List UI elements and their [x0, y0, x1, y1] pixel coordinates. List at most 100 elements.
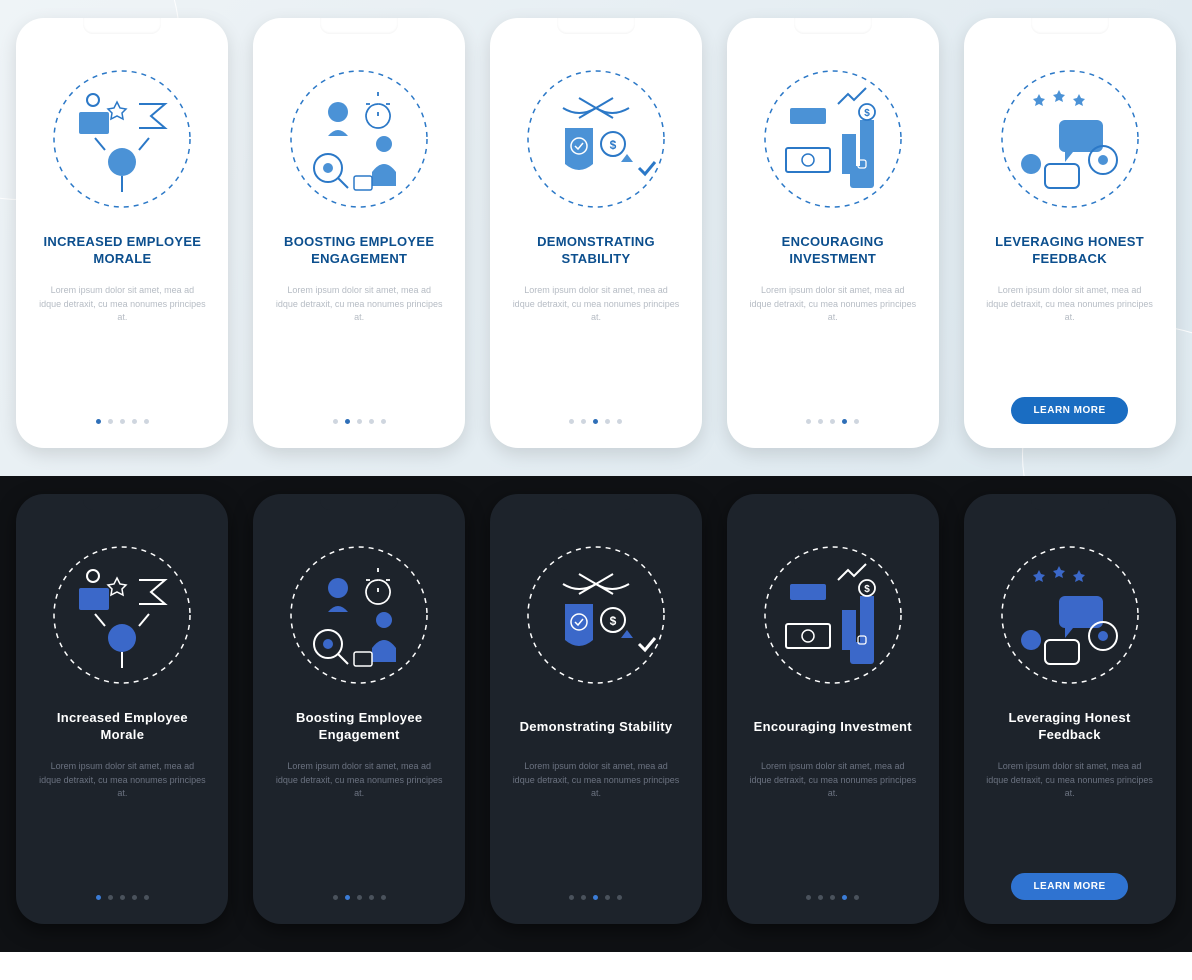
pagination-dot[interactable] [357, 419, 362, 424]
pagination-dot[interactable] [806, 419, 811, 424]
onboarding-slide[interactable]: Leveraging Honest FeedbackLorem ipsum do… [964, 494, 1176, 924]
phone-notch [557, 18, 635, 34]
pagination-dot[interactable] [108, 419, 113, 424]
slide-description: Lorem ipsum dolor sit amet, mea ad idque… [741, 284, 925, 325]
onboarding-light-row: INCREASED EMPLOYEE MORALE Lorem ipsum dol… [0, 0, 1192, 476]
phone-notch [320, 494, 398, 510]
onboarding-slide[interactable]: INCREASED EMPLOYEE MORALE Lorem ipsum dol… [16, 18, 228, 448]
slide-description: Lorem ipsum dolor sit amet, mea ad idque… [504, 760, 688, 801]
stability-icon: $ [521, 540, 671, 690]
onboarding-slide[interactable]: BOOSTING EMPLOYEE ENGAGEMENT Lorem ipsum … [253, 18, 465, 448]
phone-notch [557, 494, 635, 510]
onboarding-slide[interactable]: Boosting Employee EngagementLorem ipsum … [253, 494, 465, 924]
feedback-icon [995, 64, 1145, 214]
pagination-dots [806, 419, 859, 430]
investment-icon: $ [758, 540, 908, 690]
phone-notch [320, 18, 398, 34]
slide-description: Lorem ipsum dolor sit amet, mea ad idque… [504, 284, 688, 325]
pagination-dot[interactable] [108, 895, 113, 900]
slide-title: LEVERAGING HONEST FEEDBACK [978, 234, 1162, 268]
pagination-dot[interactable] [144, 419, 149, 424]
pagination-dot[interactable] [357, 895, 362, 900]
pagination-dot[interactable] [569, 419, 574, 424]
phone-notch [83, 494, 161, 510]
pagination-dot[interactable] [132, 895, 137, 900]
onboarding-slide[interactable]: LEVERAGING HONEST FEEDBACK Lorem ipsum do… [964, 18, 1176, 448]
pagination-dot[interactable] [96, 895, 101, 900]
slide-description: Lorem ipsum dolor sit amet, mea ad idque… [978, 760, 1162, 801]
pagination-dot[interactable] [605, 895, 610, 900]
onboarding-slide[interactable]: $ Encouraging Investment Lorem ipsum dolo… [727, 494, 939, 924]
pagination-dot[interactable] [345, 419, 350, 424]
pagination-dots [806, 895, 859, 906]
pagination-dot[interactable] [818, 895, 823, 900]
slide-description: Lorem ipsum dolor sit amet, mea ad idque… [30, 284, 214, 325]
slide-title: Encouraging Investment [748, 710, 918, 744]
slide-title: DEMONSTRATING STABILITY [504, 234, 688, 268]
pagination-dot[interactable] [617, 419, 622, 424]
slide-title: ENCOURAGING INVESTMENT [741, 234, 925, 268]
pagination-dot[interactable] [120, 419, 125, 424]
onboarding-slide[interactable]: Increased Employee MoraleLorem ipsum dol… [16, 494, 228, 924]
phone-notch [1031, 18, 1109, 34]
pagination-dots [333, 419, 386, 430]
slide-title: Demonstrating Stability [514, 710, 679, 744]
slide-description: Lorem ipsum dolor sit amet, mea ad idque… [267, 284, 451, 325]
pagination-dot[interactable] [581, 419, 586, 424]
morale-icon [47, 64, 197, 214]
onboarding-slide[interactable]: $ DEMONSTRATING STABILITY Lorem ipsum dol… [490, 18, 702, 448]
slide-description: Lorem ipsum dolor sit amet, mea ad idque… [978, 284, 1162, 325]
phone-notch [794, 494, 872, 510]
investment-icon: $ [758, 64, 908, 214]
learn-more-button[interactable]: LEARN MORE [1011, 397, 1127, 424]
phone-notch [794, 18, 872, 34]
morale-icon [47, 540, 197, 690]
pagination-dot[interactable] [132, 419, 137, 424]
pagination-dot[interactable] [569, 895, 574, 900]
slide-title: INCREASED EMPLOYEE MORALE [30, 234, 214, 268]
pagination-dot[interactable] [830, 419, 835, 424]
pagination-dot[interactable] [345, 895, 350, 900]
svg-text:$: $ [610, 138, 617, 152]
pagination-dot[interactable] [605, 419, 610, 424]
pagination-dot[interactable] [593, 419, 598, 424]
pagination-dot[interactable] [806, 895, 811, 900]
slide-title: BOOSTING EMPLOYEE ENGAGEMENT [267, 234, 451, 268]
pagination-dots [569, 895, 622, 906]
svg-text:$: $ [864, 584, 870, 595]
pagination-dot[interactable] [333, 895, 338, 900]
pagination-dot[interactable] [369, 419, 374, 424]
phone-notch [83, 18, 161, 34]
pagination-dot[interactable] [830, 895, 835, 900]
svg-text:$: $ [610, 614, 617, 628]
pagination-dot[interactable] [144, 895, 149, 900]
pagination-dot[interactable] [96, 419, 101, 424]
pagination-dot[interactable] [593, 895, 598, 900]
pagination-dot[interactable] [617, 895, 622, 900]
pagination-dot[interactable] [120, 895, 125, 900]
onboarding-dark-row: Increased Employee MoraleLorem ipsum dol… [0, 476, 1192, 952]
slide-description: Lorem ipsum dolor sit amet, mea ad idque… [741, 760, 925, 801]
pagination-dots [569, 419, 622, 430]
pagination-dot[interactable] [369, 895, 374, 900]
pagination-dot[interactable] [818, 419, 823, 424]
pagination-dots [96, 419, 149, 430]
stability-icon: $ [521, 64, 671, 214]
pagination-dot[interactable] [854, 419, 859, 424]
engagement-icon [284, 540, 434, 690]
pagination-dots [333, 895, 386, 906]
feedback-icon [995, 540, 1145, 690]
pagination-dot[interactable] [842, 895, 847, 900]
engagement-icon [284, 64, 434, 214]
pagination-dot[interactable] [333, 419, 338, 424]
pagination-dot[interactable] [854, 895, 859, 900]
phone-notch [1031, 494, 1109, 510]
pagination-dot[interactable] [581, 895, 586, 900]
onboarding-slide[interactable]: $ ENCOURAGING INVESTMENT Lorem ipsum dolo… [727, 18, 939, 448]
pagination-dot[interactable] [381, 419, 386, 424]
pagination-dot[interactable] [842, 419, 847, 424]
pagination-dot[interactable] [381, 895, 386, 900]
learn-more-button[interactable]: LEARN MORE [1011, 873, 1127, 900]
slide-description: Lorem ipsum dolor sit amet, mea ad idque… [267, 760, 451, 801]
onboarding-slide[interactable]: $ Demonstrating Stability Lorem ipsum dol… [490, 494, 702, 924]
